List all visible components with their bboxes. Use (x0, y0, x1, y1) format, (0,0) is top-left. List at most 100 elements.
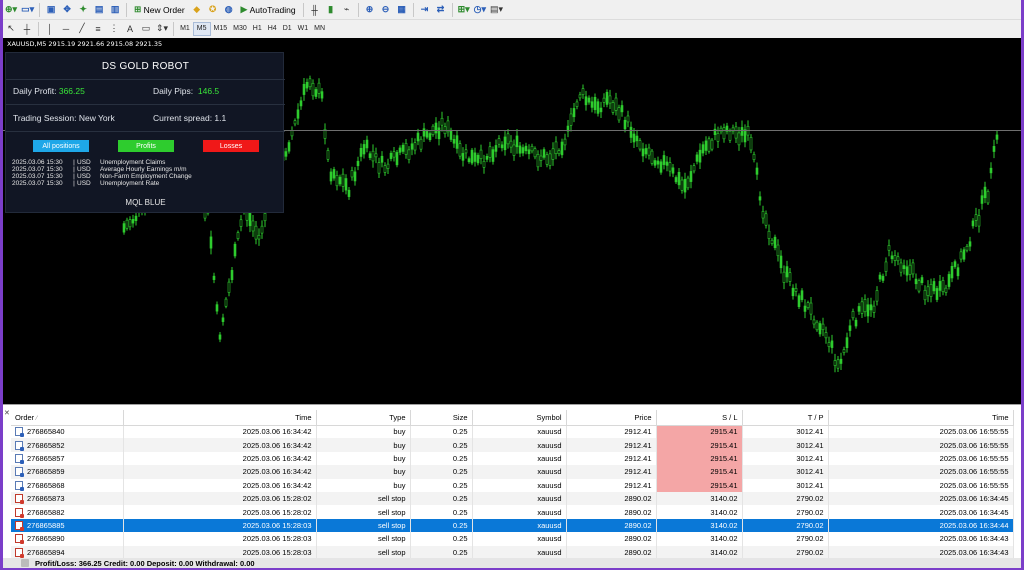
col-size[interactable]: Size (410, 410, 473, 426)
timeframe-m5[interactable]: M5 (192, 21, 211, 36)
candle-body (500, 144, 504, 149)
col-time[interactable]: Time (123, 410, 317, 426)
timeframe-mn[interactable]: MN (311, 22, 328, 36)
autoscroll-icon[interactable]: ⇄ (434, 2, 448, 18)
tp-cell[interactable]: 3012.41 (742, 465, 829, 479)
col-price[interactable]: Price (566, 410, 657, 426)
strategy-tester-icon[interactable]: ▥ (108, 2, 122, 18)
data-window-icon[interactable]: ✥ (60, 2, 74, 18)
symbol-cell: xauusd (472, 438, 567, 452)
table-row[interactable]: 276865868 2025.03.06 16:34:42 buy 0.25 xauus… (11, 478, 1014, 492)
timeframe-h4[interactable]: H4 (265, 22, 280, 36)
news-item: 2025.03.07 15:30 | USD Non-Farm Employment … (12, 173, 192, 180)
sl-cell[interactable]: 2915.41 (656, 478, 743, 492)
timeframe-w1[interactable]: W1 (295, 22, 312, 36)
sl-cell[interactable]: 3140.02 (656, 518, 743, 533)
candle-body (737, 132, 741, 146)
tp-cell[interactable]: 2790.02 (742, 545, 829, 559)
table-row[interactable]: 276865857 2025.03.06 16:34:42 buy 0.25 xauus… (11, 451, 1014, 466)
tp-cell[interactable]: 2790.02 (742, 505, 829, 519)
timeframe-m1[interactable]: M1 (177, 22, 193, 36)
candle-body (893, 255, 897, 261)
sl-cell[interactable]: 2915.41 (656, 438, 743, 452)
price-chart[interactable]: XAUUSD,M5 2915.19 2921.66 2915.08 2921.3… (3, 38, 1021, 404)
sl-cell[interactable]: 2915.41 (656, 465, 743, 479)
signals-icon[interactable]: ✪ (206, 2, 220, 18)
chart-shift-icon[interactable]: ⇥ (418, 2, 432, 18)
timeframe-m30[interactable]: M30 (230, 22, 250, 36)
fibonacci-icon[interactable]: ⋮ (107, 21, 121, 37)
navigator-icon[interactable]: ✦ (76, 2, 90, 18)
line-chart-icon[interactable]: ⌁ (340, 2, 354, 18)
candle-body (773, 236, 777, 249)
candlestick-chart-icon[interactable]: ▮ (324, 2, 338, 18)
col-close-time[interactable]: Time (828, 410, 1014, 426)
all-positions-button[interactable]: All positions (33, 140, 89, 152)
sl-cell[interactable]: 3140.02 (656, 491, 743, 506)
new-order-button[interactable]: ⊞ New Order (131, 2, 188, 18)
table-row[interactable]: 276865873 2025.03.06 15:28:02 sell stop 0.2… (11, 491, 1014, 506)
tp-cell[interactable]: 3012.41 (742, 451, 829, 466)
sl-cell[interactable]: 3140.02 (656, 505, 743, 519)
timeframe-m15[interactable]: M15 (211, 22, 231, 36)
col-order[interactable]: Order ⁄ (11, 410, 124, 426)
equidistant-channel-icon[interactable]: ≡ (91, 21, 105, 37)
sl-cell[interactable]: 2915.41 (656, 425, 743, 439)
candle-body (650, 150, 654, 164)
cursor-icon[interactable]: ↖ (4, 21, 18, 37)
new-chart-icon[interactable]: ⊕▾ (4, 2, 18, 18)
zoom-out-icon[interactable]: ⊖ (379, 2, 393, 18)
col-tp[interactable]: T / P (742, 410, 829, 426)
tp-cell[interactable]: 3012.41 (742, 438, 829, 452)
col-sl[interactable]: S / L (656, 410, 743, 426)
candle-body (365, 139, 369, 149)
losses-button[interactable]: Losses (203, 140, 259, 152)
sl-cell[interactable]: 2915.41 (656, 451, 743, 466)
indicators-icon[interactable]: ⊞▾ (457, 2, 471, 18)
tp-cell[interactable]: 2790.02 (742, 518, 829, 533)
label-tool-icon[interactable]: ▭ (139, 21, 153, 37)
terminal-icon[interactable]: ▤ (92, 2, 106, 18)
arrows-icon[interactable]: ⇕▾ (155, 21, 169, 37)
tp-cell[interactable]: 3012.41 (742, 478, 829, 492)
timeframe-h1[interactable]: H1 (250, 22, 265, 36)
candle-body (386, 163, 390, 169)
table-row[interactable]: 276865890 2025.03.06 15:28:03 sell stop 0.2… (11, 532, 1014, 546)
periods-icon[interactable]: ◷▾ (473, 2, 487, 18)
table-row[interactable]: 276865859 2025.03.06 16:34:42 buy 0.25 xauus… (11, 465, 1014, 479)
timeframe-d1[interactable]: D1 (280, 22, 295, 36)
crosshair-icon[interactable]: ┼ (20, 21, 34, 37)
col-type[interactable]: Type (316, 410, 411, 426)
horizontal-line-icon[interactable]: ─ (59, 21, 73, 37)
table-row[interactable]: 276865882 2025.03.06 15:28:02 sell stop 0.2… (11, 505, 1014, 519)
toolbar-separator (126, 2, 128, 17)
market-watch-icon[interactable]: ▣ (44, 2, 58, 18)
table-row[interactable]: 276865885 2025.03.06 15:28:03 sell stop 0.2… (11, 518, 1014, 533)
market-icon[interactable]: ◍ (222, 2, 236, 18)
zoom-in-icon[interactable]: ⊕ (363, 2, 377, 18)
bar-chart-icon[interactable]: ╫ (308, 2, 322, 18)
candle-body (287, 142, 291, 152)
table-row[interactable]: 276865894 2025.03.06 15:28:03 sell stop 0.2… (11, 545, 1014, 559)
tp-cell[interactable]: 3012.41 (742, 425, 829, 439)
trendline-icon[interactable]: ╱ (75, 21, 89, 37)
tp-cell[interactable]: 2790.02 (742, 491, 829, 506)
autotrading-button[interactable]: ▶ AutoTrading (238, 2, 299, 18)
vertical-line-icon[interactable]: │ (43, 21, 57, 37)
templates-icon[interactable]: ▤▾ (489, 2, 504, 18)
tp-cell[interactable]: 2790.02 (742, 532, 829, 546)
tile-windows-icon[interactable]: ▦ (395, 2, 409, 18)
candle-body (464, 149, 468, 154)
metaeditor-icon[interactable]: ◆ (190, 2, 204, 18)
candle-body (419, 138, 423, 150)
candle-body (398, 147, 402, 153)
sl-cell[interactable]: 3140.02 (656, 545, 743, 559)
sl-cell[interactable]: 3140.02 (656, 532, 743, 546)
profiles-icon[interactable]: ▭▾ (20, 2, 35, 18)
close-icon[interactable]: ✕ (4, 409, 10, 417)
profits-button[interactable]: Profits (118, 140, 174, 152)
text-tool-icon[interactable]: A (123, 21, 137, 37)
table-row[interactable]: 276865852 2025.03.06 16:34:42 buy 0.25 xauus… (11, 438, 1014, 452)
table-row[interactable]: 276865840 2025.03.06 16:34:42 buy 0.25 xauus… (11, 425, 1014, 439)
col-symbol[interactable]: Symbol (472, 410, 567, 426)
